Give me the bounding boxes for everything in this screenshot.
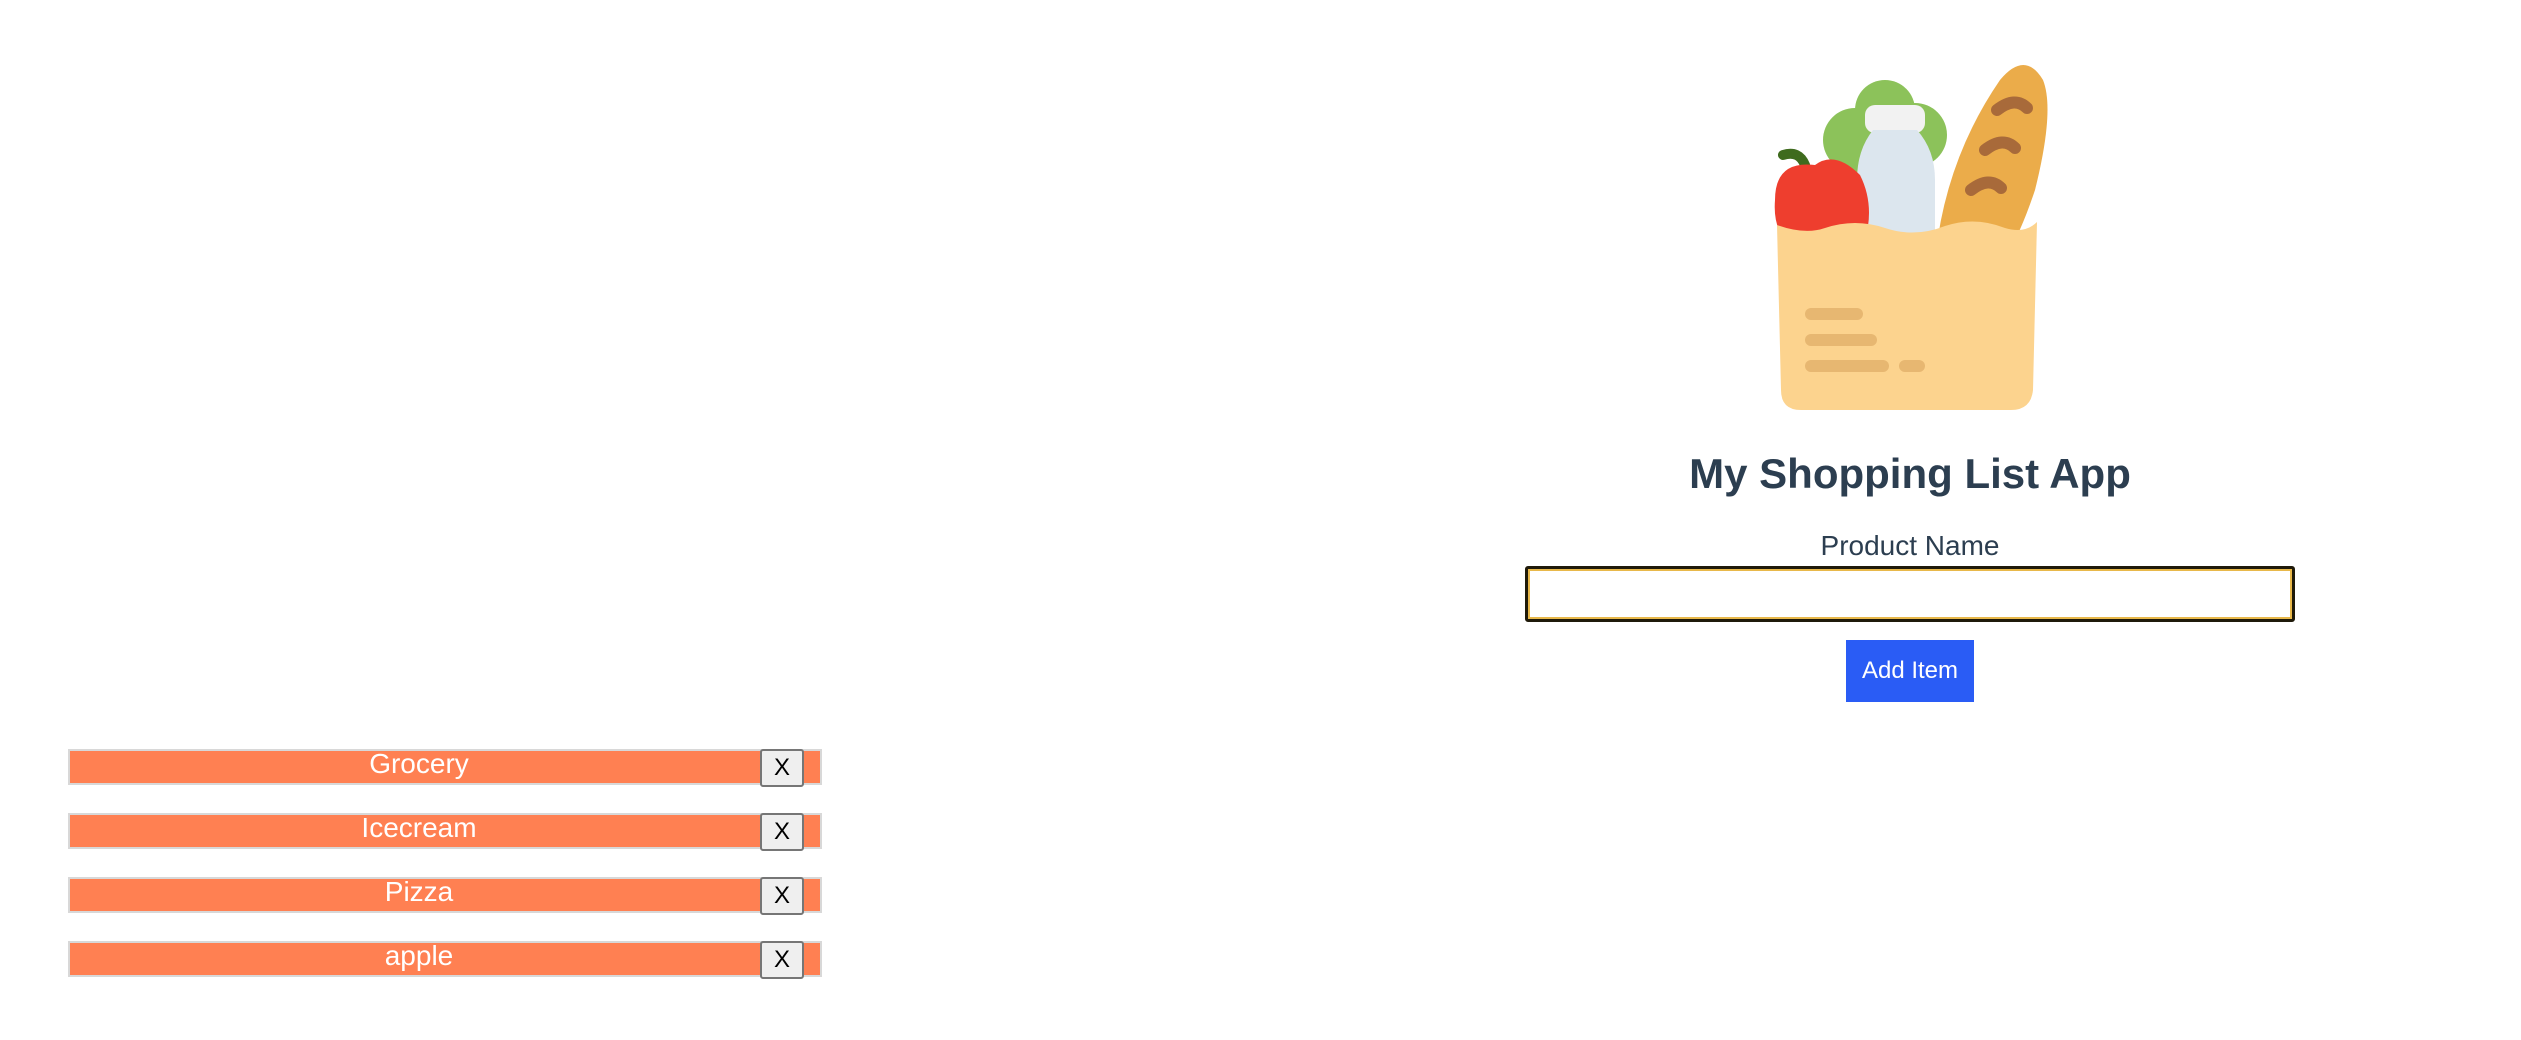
list-item-label: apple (384, 940, 454, 971)
list-item: Icecream X (68, 812, 822, 851)
product-name-input[interactable] (1525, 566, 2295, 622)
product-name-label: Product Name (1820, 530, 2000, 561)
remove-item-button[interactable]: X (760, 813, 804, 851)
form-panel: My Shopping List App Product Name Add It… (1520, 50, 2300, 702)
list-item-label: Icecream (361, 812, 477, 843)
list-item-label: Grocery (369, 748, 469, 779)
list-item-label: Pizza (384, 876, 454, 907)
remove-item-button[interactable]: X (760, 749, 804, 787)
remove-item-button[interactable]: X (760, 877, 804, 915)
grocery-bag-icon (1774, 65, 2048, 410)
add-item-button[interactable]: Add Item (1846, 640, 1974, 702)
list-item: Pizza X (68, 876, 822, 915)
page-title: My Shopping List App (1689, 450, 2131, 497)
remove-item-button[interactable]: X (760, 941, 804, 979)
list-item: Grocery X (68, 748, 822, 787)
app-page: My Shopping List App Product Name Add It… (0, 0, 2521, 1040)
list-item: apple X (68, 940, 822, 979)
shopping-list: Grocery X Icecream X Pizza X apple X (68, 748, 822, 1005)
